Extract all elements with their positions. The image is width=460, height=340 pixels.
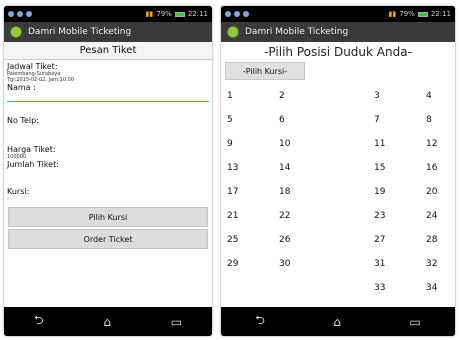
seat-6[interactable]: 6 <box>279 108 374 132</box>
action-bar: Damri Mobile Ticketing <box>4 22 212 42</box>
seat-14[interactable]: 14 <box>279 156 374 180</box>
kursi-label: Kursi: <box>7 187 30 196</box>
back-icon[interactable]: ⮌ <box>34 311 44 332</box>
seat-17[interactable]: 17 <box>227 180 279 204</box>
battery-icon <box>417 11 428 17</box>
seat-23[interactable]: 23 <box>374 204 426 228</box>
jumlah-input[interactable] <box>4 169 212 187</box>
seat-4[interactable]: 4 <box>426 84 455 108</box>
seat-2[interactable]: 2 <box>279 84 374 108</box>
back-icon[interactable]: ⮌ <box>255 311 265 332</box>
battery-percent: 79% <box>399 10 415 18</box>
pilih-kursi-spinner[interactable]: -Pilih Kursi- <box>225 62 305 80</box>
seat-28[interactable]: 28 <box>426 228 455 252</box>
seat-5[interactable]: 5 <box>227 108 279 132</box>
seat-22[interactable]: 22 <box>279 204 374 228</box>
signal-icon: ▮▮ <box>388 10 397 18</box>
seat-8[interactable]: 8 <box>426 108 455 132</box>
seat-15[interactable]: 15 <box>374 156 426 180</box>
seat-grid: 1 2 3 4 5 6 7 8 9 10 11 12 13 14 15 16 17 18 19 20 21 22 23 24 2… <box>221 80 455 300</box>
jumlah-label: Jumlah Tiket: <box>7 160 59 169</box>
phone-screen-order: ▮▮ 79% 22:11 Damri Mobile Ticketing Pesa… <box>4 6 212 336</box>
seat-11[interactable]: 11 <box>374 132 426 156</box>
clock: 22:11 <box>430 10 451 18</box>
signal-icon: ▮▮ <box>145 10 154 18</box>
seat-16[interactable]: 16 <box>426 156 455 180</box>
seat-1[interactable]: 1 <box>227 84 279 108</box>
recents-icon[interactable]: ▭ <box>409 315 420 329</box>
nama-label: Nama : <box>7 83 36 92</box>
seat-31[interactable]: 31 <box>374 252 426 276</box>
phone-screen-seats: ▮▮ 79% 22:11 Damri Mobile Ticketing -Pil… <box>221 6 455 336</box>
seat-26[interactable]: 26 <box>279 228 374 252</box>
seat-7[interactable]: 7 <box>374 108 426 132</box>
seat-13[interactable]: 13 <box>227 156 279 180</box>
home-icon[interactable]: ⌂ <box>103 315 111 329</box>
telp-label: No Telp: <box>7 116 39 125</box>
jadwal-label: Jadwal Tiket: <box>7 62 58 71</box>
notification-icons <box>225 11 249 17</box>
kursi-value: - <box>7 196 9 202</box>
seat-21[interactable]: 21 <box>227 204 279 228</box>
seat-12[interactable]: 12 <box>426 132 455 156</box>
order-ticket-button[interactable]: Order Ticket <box>8 229 208 249</box>
pilih-kursi-button[interactable]: Pilih Kursi <box>8 207 208 227</box>
order-form: Pesan Tiket Jadwal Tiket: Palembang-Sura… <box>4 42 212 307</box>
seat-30[interactable]: 30 <box>279 252 374 276</box>
nama-input[interactable] <box>7 93 209 102</box>
app-icon <box>10 26 22 38</box>
seat-10[interactable]: 10 <box>279 132 374 156</box>
seat-27[interactable]: 27 <box>374 228 426 252</box>
nav-bar: ⮌ ⌂ ▭ <box>4 307 212 336</box>
seat-19[interactable]: 19 <box>374 180 426 204</box>
seat-selection: -Pilih Posisi Duduk Anda- -Pilih Kursi- … <box>221 42 455 307</box>
status-bar: ▮▮ 79% 22:11 <box>221 6 455 22</box>
page-title: Pesan Tiket <box>4 42 212 60</box>
seat-20[interactable]: 20 <box>426 180 455 204</box>
action-bar: Damri Mobile Ticketing <box>221 22 455 42</box>
home-icon[interactable]: ⌂ <box>333 315 341 329</box>
app-title: Damri Mobile Ticketing <box>28 27 132 37</box>
recents-icon[interactable]: ▭ <box>171 315 182 329</box>
harga-label: Harga Tiket: <box>7 145 56 154</box>
app-icon <box>227 26 239 38</box>
app-title: Damri Mobile Ticketing <box>245 27 349 37</box>
seat-32[interactable]: 32 <box>426 252 455 276</box>
page-title: -Pilih Posisi Duduk Anda- <box>264 45 412 59</box>
seat-18[interactable]: 18 <box>279 180 374 204</box>
telp-input[interactable] <box>4 125 212 145</box>
seat-34[interactable]: 34 <box>426 276 455 300</box>
seat-3[interactable]: 3 <box>374 84 426 108</box>
seat-29[interactable]: 29 <box>227 252 279 276</box>
status-bar: ▮▮ 79% 22:11 <box>4 6 212 22</box>
seat-24[interactable]: 24 <box>426 204 455 228</box>
seat-33[interactable]: 33 <box>374 276 426 300</box>
clock: 22:11 <box>187 10 208 18</box>
seat-empty <box>227 276 279 300</box>
battery-percent: 79% <box>156 10 172 18</box>
seat-25[interactable]: 25 <box>227 228 279 252</box>
seat-empty <box>279 276 374 300</box>
seat-9[interactable]: 9 <box>227 132 279 156</box>
battery-icon <box>174 11 185 17</box>
notification-icons <box>8 11 32 17</box>
nav-bar: ⮌ ⌂ ▭ <box>221 307 455 336</box>
